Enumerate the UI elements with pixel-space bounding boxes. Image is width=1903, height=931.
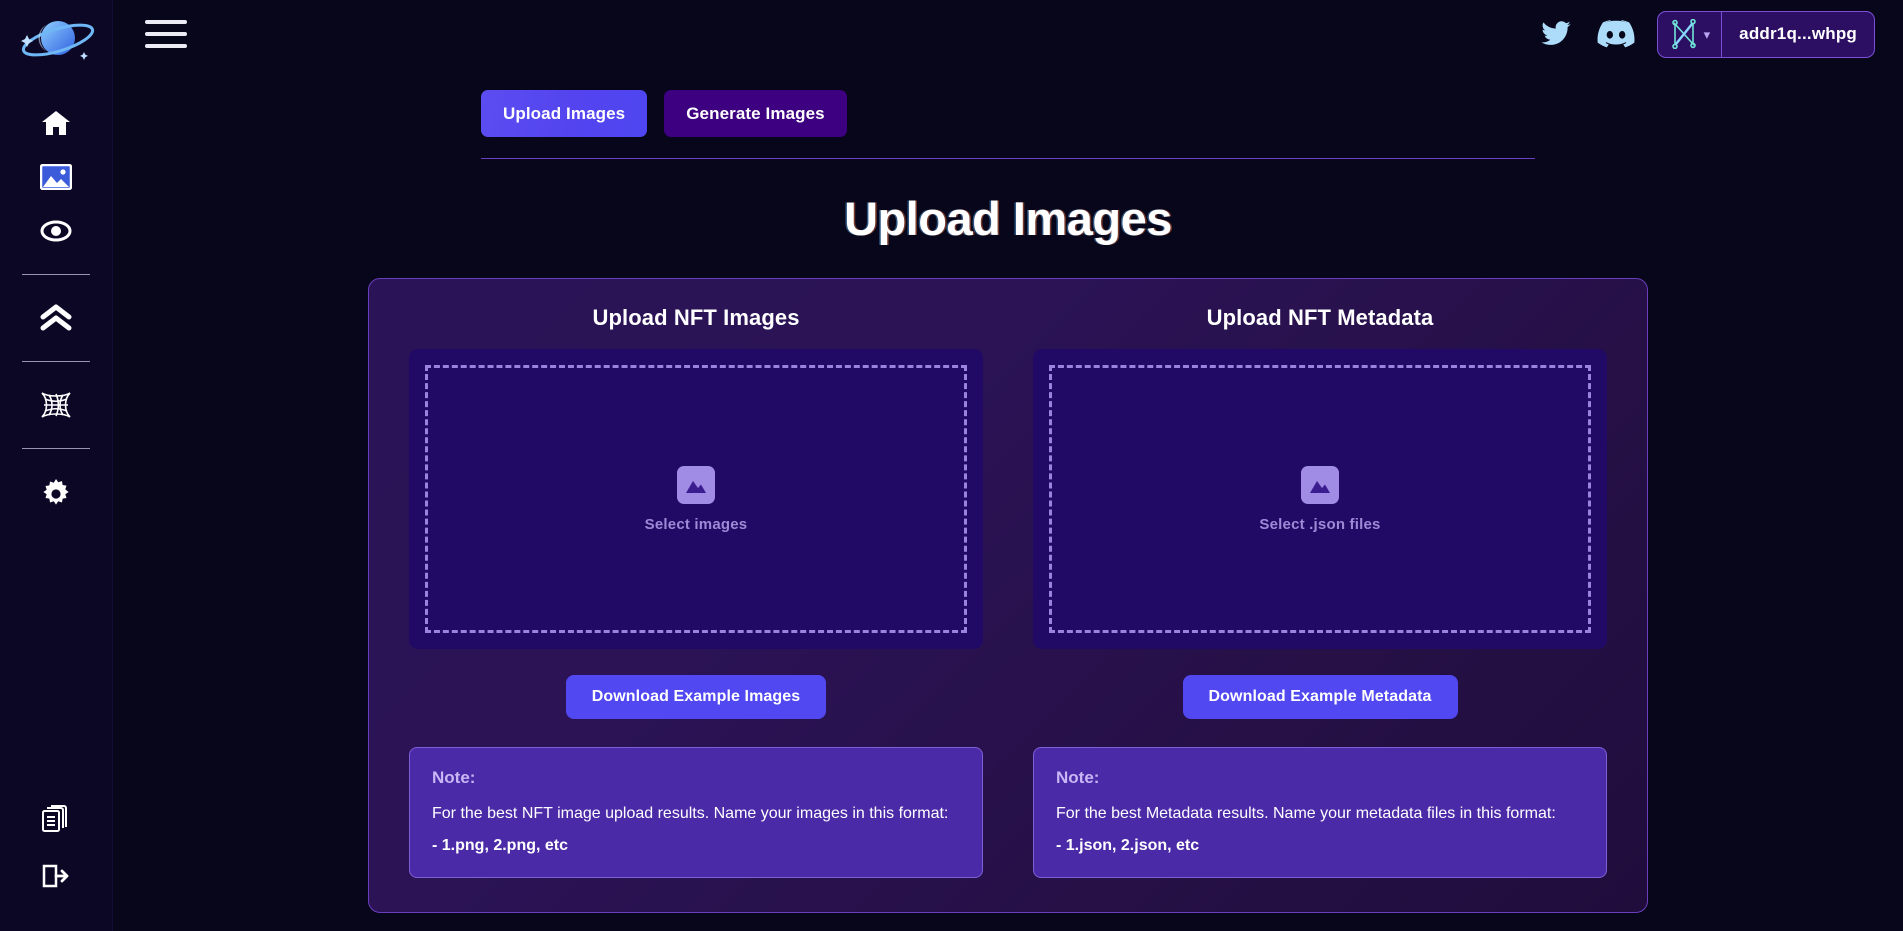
logout-icon (42, 864, 69, 888)
dropzone-metadata[interactable]: Select .json files (1049, 365, 1591, 633)
column-nft-metadata: Upload NFT Metadata Select .json files D… (1033, 305, 1607, 878)
chevron-down-icon[interactable]: ▾ (1704, 28, 1711, 41)
dropzone-metadata-label: Select .json files (1259, 515, 1381, 533)
image-icon (40, 164, 72, 190)
documents-icon (42, 805, 67, 832)
image-placeholder-icon (677, 465, 715, 504)
wallet-icon-group[interactable]: ▾ (1658, 11, 1723, 57)
note-metadata-body: For the best Metadata results. Name your… (1056, 805, 1556, 822)
tab-list: Upload Images Generate Images (481, 90, 1903, 137)
home-icon (42, 111, 70, 135)
note-images-title: Note: (432, 768, 476, 787)
download-metadata-row: Download Example Metadata (1033, 675, 1607, 719)
tabs-divider (481, 158, 1535, 159)
sidebar-item-view[interactable] (29, 204, 83, 258)
sidebar-item-portal[interactable] (29, 378, 83, 432)
upload-card: Upload NFT Images Select images Download… (368, 278, 1648, 913)
sidebar-item-logout[interactable] (29, 849, 83, 903)
sidebar-item-docs[interactable] (29, 793, 83, 847)
topbar-right-group: ▾ addr1q...whpg (1537, 10, 1875, 58)
sidebar-divider-3 (22, 448, 90, 449)
dropzone-metadata-outer: Select .json files (1033, 349, 1607, 649)
column-nft-images: Upload NFT Images Select images Download… (409, 305, 983, 878)
download-images-row: Download Example Images (409, 675, 983, 719)
discord-icon[interactable] (1597, 19, 1635, 49)
note-metadata: Note: For the best Metadata results. Nam… (1033, 747, 1607, 878)
sidebar-bottom-group (0, 793, 112, 903)
hamburger-menu-icon[interactable] (145, 17, 187, 51)
column-title-images: Upload NFT Images (592, 305, 800, 330)
saturn-planet-logo[interactable] (11, 10, 101, 74)
sidebar-item-settings[interactable] (29, 465, 83, 519)
tabs-container: Upload Images Generate Images (113, 90, 1903, 137)
image-placeholder-icon (1301, 465, 1339, 504)
note-images-body: For the best NFT image upload results. N… (432, 805, 949, 822)
note-metadata-format: - 1.json, 2.json, etc (1056, 837, 1200, 854)
eye-icon (40, 220, 72, 242)
download-example-images-button[interactable]: Download Example Images (565, 675, 827, 719)
sidebar-divider-1 (22, 274, 90, 275)
sidebar-divider-2 (22, 361, 90, 362)
chevrons-up-icon (40, 304, 72, 331)
column-title-metadata: Upload NFT Metadata (1206, 305, 1434, 330)
sidebar (0, 0, 113, 931)
dropzone-images-label: Select images (644, 515, 748, 533)
gear-icon (43, 479, 69, 505)
upload-columns: Upload NFT Images Select images Download… (409, 305, 1607, 878)
main-area: ▾ addr1q...whpg Upload Images Generate I… (113, 0, 1903, 931)
note-images: Note: For the best NFT image upload resu… (409, 747, 983, 878)
sidebar-item-home[interactable] (29, 96, 83, 150)
wormhole-icon (41, 392, 71, 418)
note-images-format: - 1.png, 2.png, etc (432, 837, 569, 854)
page-title: Upload Images (844, 192, 1172, 245)
sidebar-item-images[interactable] (29, 150, 83, 204)
wallet-address[interactable]: addr1q...whpg (1722, 12, 1874, 57)
tab-upload-images[interactable]: Upload Images (481, 90, 648, 137)
tab-generate-images[interactable]: Generate Images (664, 90, 847, 137)
dropzone-images-outer: Select images (409, 349, 983, 649)
nami-wallet-icon (1671, 19, 1696, 49)
note-metadata-title: Note: (1056, 768, 1100, 787)
wallet-connect-button[interactable]: ▾ addr1q...whpg (1656, 10, 1875, 58)
dropzone-images[interactable]: Select images (425, 365, 967, 633)
download-example-metadata-button[interactable]: Download Example Metadata (1182, 675, 1458, 719)
sidebar-item-upgrade[interactable] (29, 291, 83, 345)
topbar: ▾ addr1q...whpg (113, 0, 1903, 68)
twitter-icon[interactable] (1537, 18, 1575, 50)
app-root: ▾ addr1q...whpg Upload Images Generate I… (0, 0, 1903, 931)
